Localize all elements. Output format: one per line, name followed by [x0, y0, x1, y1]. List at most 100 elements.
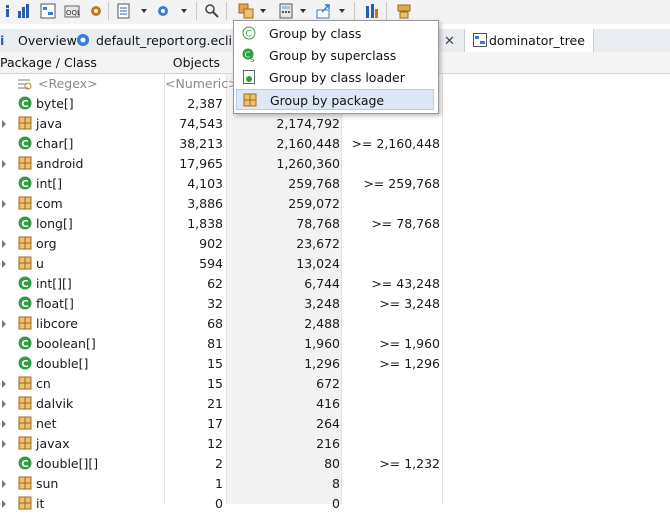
table-row[interactable]: Cchar[] 38,213 2,160,448 >= 2,160,448 — [0, 134, 670, 154]
expand-arrow-icon[interactable] — [2, 480, 6, 488]
row-retained-heap — [345, 394, 440, 414]
row-shallow-heap: 3,248 — [304, 296, 340, 311]
svg-text:C: C — [21, 179, 28, 190]
expand-arrow-icon[interactable] — [2, 500, 6, 508]
table-row[interactable]: Cint[][] 62 6,744 >= 43,248 — [0, 274, 670, 294]
row-name: long[] — [36, 216, 73, 231]
row-shallow-heap: 0 — [332, 496, 340, 511]
pin-icon[interactable] — [396, 3, 412, 19]
expand-arrow-icon[interactable] — [2, 440, 6, 448]
table-row[interactable]: android 17,965 1,260,360 — [0, 154, 670, 174]
export-icon[interactable] — [316, 3, 332, 19]
report-dropdown-icon[interactable] — [141, 9, 147, 13]
table-row[interactable]: dalvik 21 416 — [0, 394, 670, 414]
table-row[interactable]: Cboolean[] 81 1,960 >= 1,960 — [0, 334, 670, 354]
tab-overview[interactable]: i Overview — [0, 29, 77, 52]
row-retained-heap: >= 1,296 — [379, 356, 440, 371]
row-shallow-heap: 216 — [316, 436, 340, 451]
row-objects: 3,886 — [187, 196, 223, 211]
row-retained-heap: >= 2,160,448 — [351, 136, 440, 151]
compare-icon[interactable] — [364, 3, 380, 19]
row-objects: 2 — [215, 456, 223, 471]
export-dropdown-icon[interactable] — [339, 9, 345, 13]
menu-item-group-by-package[interactable]: Group by package — [236, 89, 434, 110]
expand-arrow-icon[interactable] — [2, 160, 6, 168]
row-retained-heap: >= 78,768 — [371, 216, 440, 231]
row-retained-heap — [345, 194, 440, 214]
group-by-dropdown-icon[interactable] — [260, 9, 266, 13]
menu-item-group-by-superclass[interactable]: CS Group by superclass — [236, 45, 434, 66]
row-retained-heap — [345, 494, 440, 514]
row-name: int[][] — [36, 276, 72, 291]
group-by-menu: C Group by class CS Group by superclass … — [233, 20, 439, 114]
expand-arrow-icon[interactable] — [2, 120, 6, 128]
expand-arrow-icon[interactable] — [2, 260, 6, 268]
row-objects: 594 — [199, 256, 223, 271]
column-header-objects[interactable]: Objects — [165, 52, 220, 73]
menu-item-group-by-class-loader[interactable]: Group by class loader — [236, 67, 434, 88]
row-retained-heap: >= 259,768 — [363, 176, 440, 191]
dominator-tree-icon[interactable] — [40, 3, 56, 19]
expand-arrow-icon[interactable] — [2, 420, 6, 428]
row-retained-heap — [345, 114, 440, 134]
table-row[interactable]: Cdouble[] 15 1,296 >= 1,296 — [0, 354, 670, 374]
row-objects: 21 — [207, 396, 223, 411]
expand-arrow-icon[interactable] — [2, 200, 6, 208]
calculator-icon[interactable] — [278, 3, 294, 19]
expand-arrow-icon[interactable] — [2, 380, 6, 388]
row-name: org — [36, 236, 57, 251]
table-row[interactable]: libcore 68 2,488 — [0, 314, 670, 334]
row-retained-heap: >= 1,232 — [379, 456, 440, 471]
gear-icon[interactable] — [88, 3, 104, 19]
row-shallow-heap: 8 — [332, 476, 340, 491]
row-objects: 4,103 — [187, 176, 223, 191]
regex-filter-input[interactable]: <Regex> — [38, 74, 98, 94]
package-icon — [18, 416, 32, 430]
table-row[interactable]: com 3,886 259,072 — [0, 194, 670, 214]
search-icon[interactable] — [204, 3, 220, 19]
report-icon — [77, 34, 89, 46]
row-shallow-heap: 259,768 — [288, 176, 340, 191]
table-row[interactable]: sun 1 8 — [0, 474, 670, 494]
query-browser-icon[interactable] — [156, 3, 172, 19]
row-retained-heap — [345, 374, 440, 394]
table-row[interactable]: javax 12 216 — [0, 434, 670, 454]
expand-arrow-icon[interactable] — [2, 400, 6, 408]
menu-item-group-by-class[interactable]: C Group by class — [236, 23, 434, 44]
table-row[interactable]: java 74,543 2,174,792 — [0, 114, 670, 134]
table-row[interactable]: Cfloat[] 32 3,248 >= 3,248 — [0, 294, 670, 314]
group-by-icon[interactable] — [238, 3, 254, 19]
table-row[interactable]: net 17 264 — [0, 414, 670, 434]
close-tab-button[interactable]: ✕ — [444, 29, 455, 52]
regex-filter-icon — [18, 79, 32, 90]
expand-arrow-icon[interactable] — [2, 320, 6, 328]
expand-arrow-icon[interactable] — [2, 240, 6, 248]
numeric-filter-input[interactable]: <Numeric> — [165, 74, 239, 94]
table-row[interactable]: cn 15 672 — [0, 374, 670, 394]
row-retained-heap: >= 3,248 — [379, 296, 440, 311]
column-header-name[interactable]: Package / Class — [0, 52, 97, 73]
table-row[interactable]: Clong[] 1,838 78,768 >= 78,768 — [0, 214, 670, 234]
class-icon: C — [18, 276, 32, 290]
row-objects: 74,543 — [179, 116, 223, 131]
table-row[interactable]: u 594 13,024 — [0, 254, 670, 274]
tab-default-report[interactable]: default_report — [76, 29, 184, 52]
query-dropdown-icon[interactable] — [181, 9, 187, 13]
info-icon[interactable] — [0, 3, 16, 19]
table-row[interactable]: Cdouble[][] 2 80 >= 1,232 — [0, 454, 670, 474]
package-icon — [18, 256, 32, 270]
table-row[interactable]: Cint[] 4,103 259,768 >= 259,768 — [0, 174, 670, 194]
svg-text:C: C — [21, 219, 28, 230]
menu-item-label: Group by package — [270, 93, 385, 108]
histogram-icon[interactable] — [16, 3, 32, 19]
row-objects: 17,965 — [179, 156, 223, 171]
table-row[interactable]: org 902 23,672 — [0, 234, 670, 254]
row-objects: 12 — [207, 436, 223, 451]
calculator-dropdown-icon[interactable] — [300, 9, 306, 13]
tab-dominator-tree[interactable]: dominator_tree — [464, 29, 594, 52]
tab-org-eclipse[interactable]: org.eclip — [186, 29, 240, 52]
table-row[interactable]: it 0 0 — [0, 494, 670, 514]
oql-icon[interactable]: OQL — [64, 3, 81, 19]
row-name: it — [36, 496, 45, 511]
report-icon[interactable] — [116, 3, 132, 19]
